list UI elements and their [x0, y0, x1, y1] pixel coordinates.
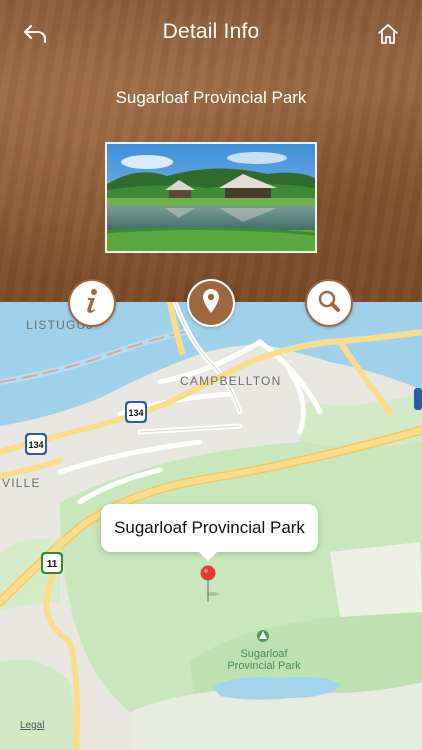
route-shield-134: 134	[124, 400, 148, 429]
park-photo	[105, 142, 317, 253]
location-callout[interactable]: Sugarloaf Provincial Park	[101, 504, 318, 561]
route-shield-134: 134	[24, 432, 48, 461]
map-pin-icon	[201, 288, 221, 319]
legal-link[interactable]: Legal	[20, 720, 44, 731]
park-map-label: Sugarloaf Provincial Park	[227, 648, 301, 672]
map-label-ville: VILLE	[2, 476, 41, 490]
detail-header: Detail Info Sugarloaf Provincial Park	[0, 0, 422, 302]
map-button[interactable]	[187, 279, 235, 327]
route-shield-label: 134	[28, 440, 43, 450]
page-title: Detail Info	[162, 20, 260, 43]
map-label-campbellton: CAMPBELLTON	[180, 374, 282, 388]
info-icon	[82, 288, 102, 319]
route-shield-11: 11	[40, 551, 64, 580]
search-button[interactable]	[305, 279, 353, 327]
place-name: Sugarloaf Provincial Park	[115, 88, 307, 107]
map-view[interactable]: LISTUGUJ CAMPBELLTON VILLE 134 134 11 Su…	[0, 302, 422, 750]
location-pin-icon[interactable]	[199, 564, 219, 610]
info-button[interactable]	[68, 279, 116, 327]
route-shield-label: 134	[128, 408, 143, 418]
route-shield-label: 11	[47, 559, 58, 570]
search-icon	[317, 289, 341, 318]
home-icon[interactable]	[376, 22, 400, 46]
route-shield-edge	[414, 388, 422, 415]
callout-title: Sugarloaf Provincial Park	[114, 518, 305, 537]
